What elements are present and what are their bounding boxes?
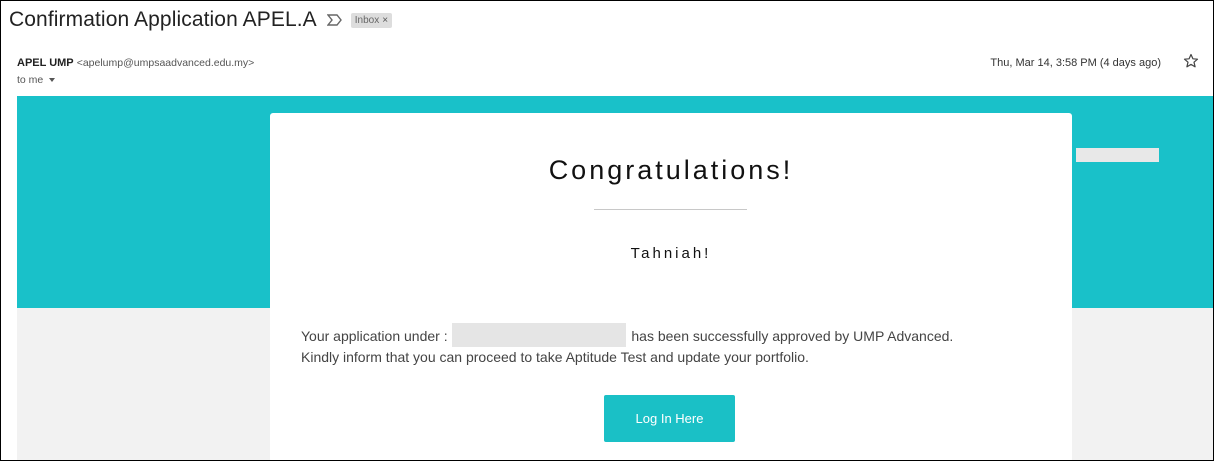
recipient-details-toggle[interactable]: to me bbox=[17, 74, 56, 86]
tahniah-subheading: Tahniah! bbox=[630, 245, 712, 262]
remove-label-icon[interactable]: × bbox=[382, 15, 388, 26]
sender-email: <apelump@umpsaadvanced.edu.my> bbox=[76, 57, 255, 69]
heading-divider bbox=[594, 209, 747, 210]
email-subject-row: Confirmation Application APEL.A Inbox × bbox=[9, 5, 393, 35]
message-text-line2: Kindly inform that you can proceed to ta… bbox=[301, 349, 809, 365]
email-date: Thu, Mar 14, 3:58 PM (4 days ago) bbox=[990, 57, 1161, 69]
message-text-part1: Your application under : bbox=[301, 328, 448, 344]
inbox-label-chip[interactable]: Inbox × bbox=[350, 12, 393, 28]
inbox-label-text: Inbox bbox=[354, 14, 380, 26]
message-text-part2: has been successfully approved by UMP Ad… bbox=[631, 328, 954, 344]
chevron-down-icon[interactable] bbox=[49, 78, 56, 82]
congratulations-heading: Congratulations! bbox=[548, 155, 794, 185]
sender-name[interactable]: APEL UMP bbox=[17, 57, 74, 69]
email-view: Confirmation Application APEL.A Inbox × … bbox=[0, 0, 1214, 461]
email-subject: Confirmation Application APEL.A bbox=[9, 8, 317, 31]
approval-message: Your application under : has been succes… bbox=[301, 323, 1061, 367]
email-content-card: Congratulations! Tahniah! Your applicati… bbox=[270, 113, 1072, 460]
redacted-block bbox=[1076, 148, 1159, 162]
recipient-label: to me bbox=[17, 74, 44, 86]
star-icon[interactable] bbox=[1183, 53, 1199, 69]
log-in-button[interactable]: Log In Here bbox=[604, 395, 735, 442]
sender-line: APEL UMP <apelump@umpsaadvanced.edu.my> bbox=[17, 57, 254, 69]
redacted-application-id bbox=[452, 323, 627, 347]
important-marker-icon[interactable] bbox=[326, 13, 343, 27]
